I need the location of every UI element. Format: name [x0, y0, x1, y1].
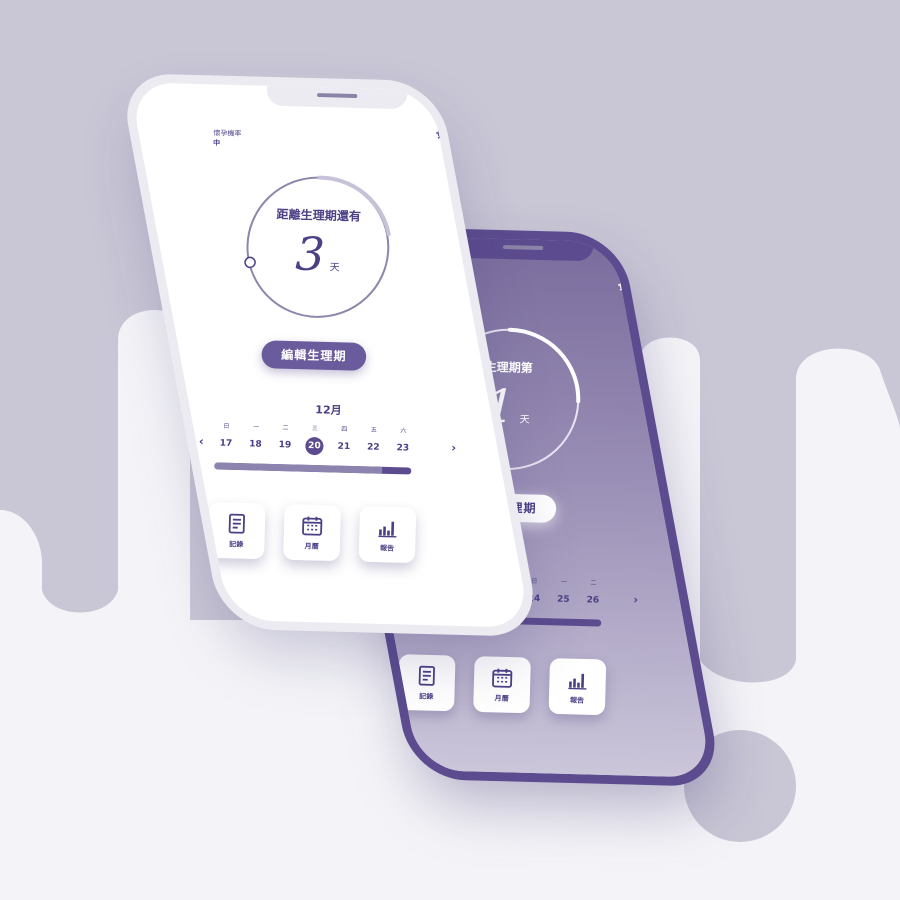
edit-period-button[interactable]: 編輯生理期 — [261, 340, 367, 371]
date-cell[interactable]: 17 — [217, 435, 236, 453]
ring-label: 距離生理期還有 — [276, 207, 362, 224]
card-label: 記錄 — [419, 692, 434, 701]
calendar-card[interactable]: 月曆 — [473, 656, 531, 714]
calendar-icon — [492, 668, 513, 688]
report-card[interactable]: 報告 — [358, 505, 417, 564]
date-cell[interactable]: 23 — [394, 439, 413, 457]
speaker-grill — [502, 245, 544, 251]
weekday: 四 — [341, 425, 348, 434]
bar-chart-icon — [378, 521, 397, 538]
card-label: 報告 — [569, 696, 585, 705]
card-row: 記錄 月曆 報告 — [207, 502, 417, 564]
next-week-chevron-icon[interactable]: › — [451, 441, 456, 455]
notes-icon — [418, 665, 435, 686]
date-row: 17 18 19 20 21 22 23 — [217, 435, 413, 458]
cycle-progress-bar — [214, 462, 412, 475]
cycle-progress-fill — [214, 462, 382, 474]
records-card[interactable]: 記錄 — [207, 502, 266, 560]
weekday: 二 — [590, 579, 597, 587]
date-cell[interactable]: 25 — [554, 591, 573, 609]
report-card[interactable]: 報告 — [548, 658, 607, 716]
prev-week-chevron-icon[interactable]: ‹ — [199, 434, 204, 448]
records-card[interactable]: 記錄 — [397, 654, 456, 712]
date-cell[interactable]: 18 — [246, 435, 265, 453]
ring-unit: 天 — [519, 414, 530, 426]
date-cell[interactable]: 22 — [364, 438, 383, 456]
date-cell-selected[interactable]: 20 — [305, 436, 324, 456]
weekday: 五 — [370, 426, 377, 434]
card-label: 報告 — [379, 544, 395, 553]
speaker-grill — [316, 93, 358, 99]
weekday-row: 日 一 二 三 四 五 六 — [217, 421, 412, 435]
card-label: 月曆 — [304, 542, 319, 551]
card-label: 月曆 — [494, 694, 509, 703]
date-cell[interactable]: 19 — [276, 436, 295, 454]
month-label: 12月 — [315, 403, 342, 417]
ring-unit: 天 — [329, 262, 340, 274]
status-value: 中 — [212, 139, 221, 148]
status-block: 懷孕機率 中 — [213, 128, 242, 149]
weekday: 二 — [282, 424, 289, 432]
calendar-card[interactable]: 月曆 — [283, 504, 341, 562]
date-cell[interactable]: 24 — [525, 590, 544, 608]
weekday: 日 — [223, 422, 230, 430]
weekday: 六 — [400, 427, 407, 435]
date-cell[interactable]: 26 — [584, 591, 603, 609]
calendar-icon — [302, 516, 323, 536]
weekday: 三 — [311, 425, 318, 433]
notes-icon — [228, 513, 245, 534]
bar-chart-icon — [568, 673, 587, 690]
date-cell[interactable]: 21 — [335, 438, 354, 456]
next-week-chevron-icon[interactable]: › — [633, 593, 638, 607]
weekday: 日 — [531, 578, 538, 586]
ring-number: 3 — [294, 226, 326, 282]
weekday: 一 — [560, 578, 567, 586]
ring-text: 距離生理期還有 3 天 — [242, 205, 395, 283]
card-label: 記錄 — [229, 540, 244, 549]
weekday: 一 — [252, 423, 260, 431]
card-row: 記錄 月曆 報告 — [397, 654, 607, 716]
